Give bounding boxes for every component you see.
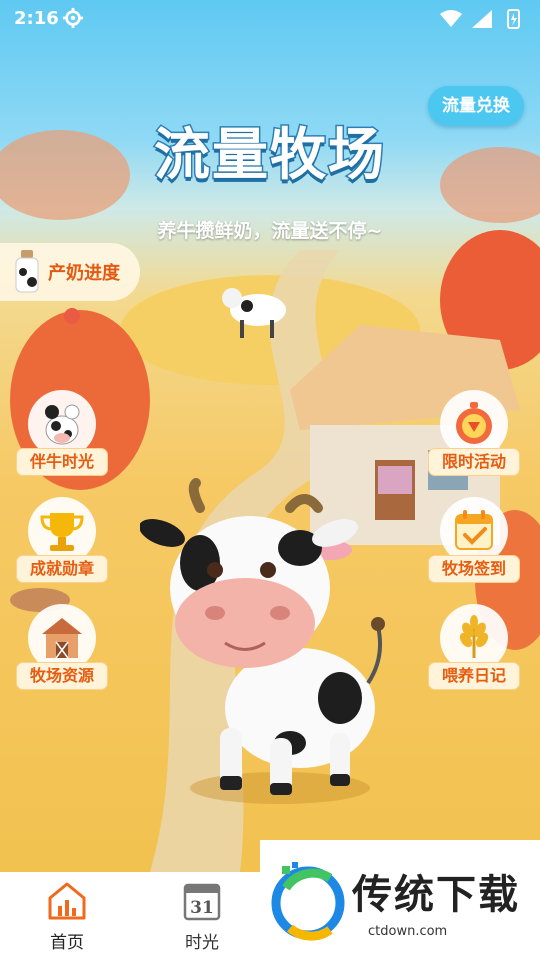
calendar-31-icon: 31 [183,883,221,921]
settings-gear-icon [62,7,84,29]
menu-farm-checkin[interactable]: 牧场签到 [428,497,520,589]
menu-farm-checkin-label: 牧场签到 [428,555,520,583]
milk-bottle-icon [15,250,39,293]
wifi-icon [440,10,462,27]
status-time: 2:16 [14,8,59,29]
menu-limited-events-label: 限时活动 [428,448,520,476]
flow-exchange-button[interactable]: 流量兑换 [428,86,524,126]
cow-icon [45,404,80,445]
status-icons [440,9,520,29]
farm-scene: 2:16 流量兑换 流量牧场 养牛攒鲜奶，流量送不停~ 产奶进度 伴牛时光 成就… [0,0,540,872]
calendar-day-number: 31 [190,898,214,918]
menu-companion-time[interactable]: 伴牛时光 [16,390,108,482]
tab-home-label: 首页 [50,933,84,953]
watermark-url: ctdown.com [368,924,448,939]
menu-achievement-medals-label: 成就勋章 [16,555,108,583]
timer-icon [456,402,492,444]
page-title: 流量牧场 [153,122,386,190]
menu-feeding-diary[interactable]: 喂养日记 [428,604,520,696]
menu-farm-resources[interactable]: 牧场资源 [16,604,108,696]
menu-farm-resources-label: 牧场资源 [16,662,108,690]
menu-feeding-diary-label: 喂养日记 [428,662,520,690]
watermark: 传统下载 ctdown.com [260,840,540,960]
main-cow[interactable] [140,478,400,808]
menu-companion-time-label: 伴牛时光 [16,448,108,476]
milk-progress-label: 产奶进度 [48,263,120,284]
trophy-icon [40,513,84,551]
milk-progress-button[interactable]: 产奶进度 [0,243,140,301]
tab-time[interactable]: 31 时光 [162,872,242,960]
signal-icon [472,10,492,28]
watermark-logo [271,862,345,941]
menu-limited-events[interactable]: 限时活动 [428,390,520,482]
wheat-icon [459,615,489,658]
page-subtitle: 养牛攒鲜奶，流量送不停~ [157,220,383,242]
tab-home[interactable]: 首页 [27,872,107,960]
title-logo: 流量牧场 [120,110,420,200]
menu-achievement-medals[interactable]: 成就勋章 [16,497,108,589]
watermark-text: 传统下载 [352,872,520,918]
status-bar: 2:16 [0,0,540,38]
tab-time-label: 时光 [185,933,219,953]
home-chart-icon [48,882,86,920]
barn-icon [42,618,82,659]
calendar-check-icon [455,510,493,550]
